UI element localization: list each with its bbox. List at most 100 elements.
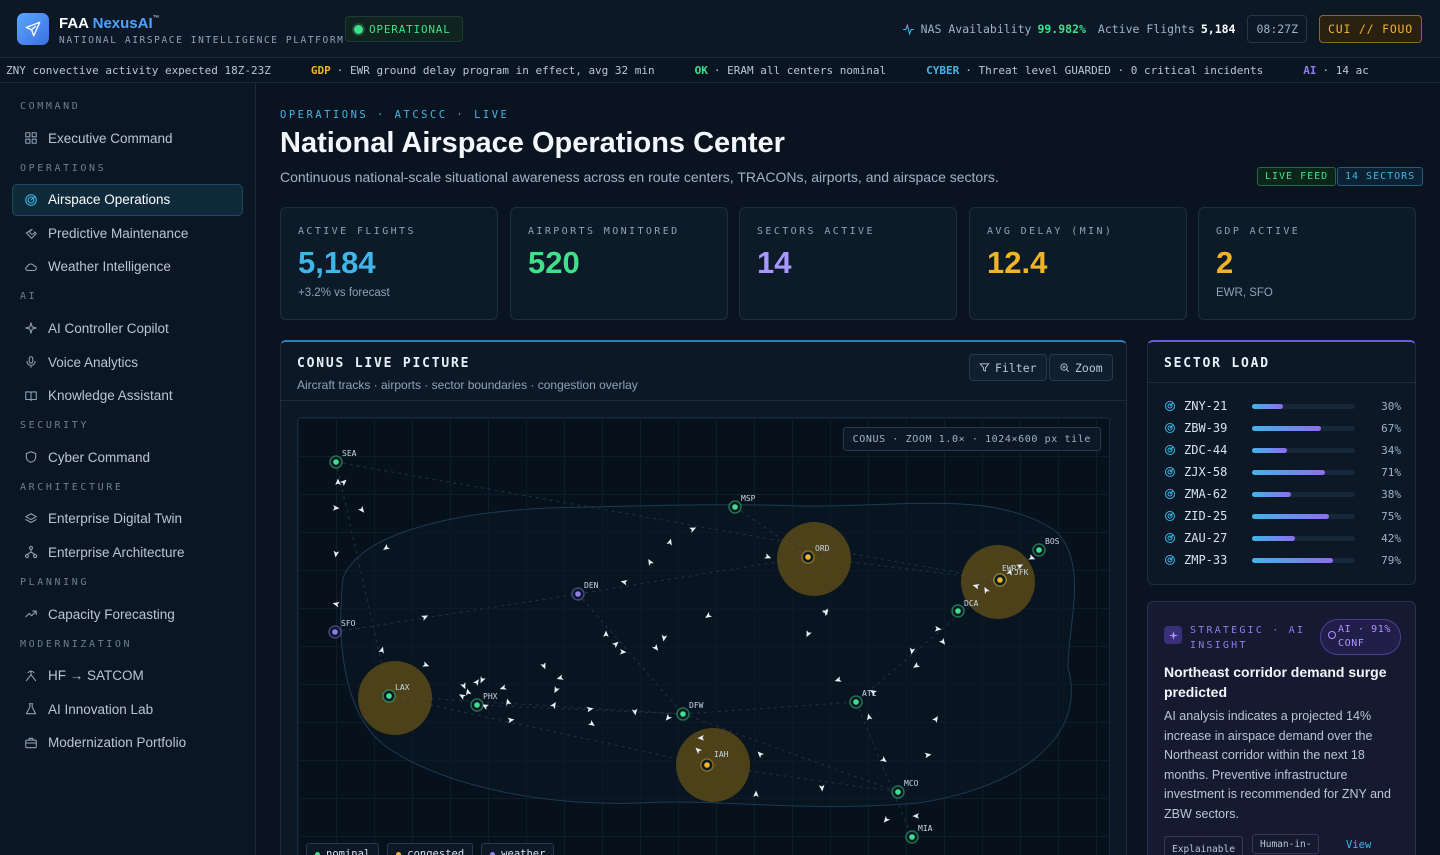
pulse-icon: [902, 22, 914, 36]
sidebar-item-voice-analytics[interactable]: Voice Analytics: [12, 346, 243, 378]
airport-dot: [386, 693, 392, 699]
sidebar-item-label: Weather Intelligence: [48, 259, 171, 275]
kpi-card-airports-monitored[interactable]: AIRPORTS MONITORED 520: [510, 207, 728, 320]
antenna-icon: [25, 669, 37, 681]
airport-code-label: IAH: [714, 750, 729, 759]
sector-load-fill: [1252, 513, 1330, 519]
sidebar-item-weather-intelligence[interactable]: Weather Intelligence: [12, 251, 243, 283]
sidebar-item-enterprise-digital-twin[interactable]: Enterprise Digital Twin: [12, 503, 243, 535]
legend-dot: [315, 851, 320, 855]
nav-section-architecture: ARCHITECTURE: [20, 481, 124, 493]
sidebar-item-capacity-forecasting[interactable]: Capacity Forecasting: [12, 598, 243, 630]
kpi-label: GDP ACTIVE: [1216, 226, 1301, 237]
grid-icon: [25, 132, 37, 144]
ticker-item: CYBER · Threat level GUARDED · 0 critical…: [926, 64, 1263, 77]
explainable-tag: Explainable: [1164, 836, 1243, 855]
radar-icon: [25, 193, 37, 206]
nav-section-command: COMMAND: [20, 101, 81, 112]
aircraft-marker[interactable]: [332, 601, 340, 608]
ai-insight-panel: STRATEGIC · AI INSIGHT AI · 91% CONF Nor…: [1147, 601, 1416, 855]
kpi-value: 12.4: [987, 245, 1048, 280]
airport-dot: [333, 459, 339, 465]
sidebar-item-airspace-operations[interactable]: Airspace Operations: [12, 183, 243, 216]
sparkle-icon: [25, 322, 37, 335]
sector-load-bar: [1252, 557, 1355, 563]
sector-load-fill: [1252, 535, 1296, 541]
app-logo[interactable]: [17, 13, 49, 45]
sidebar-item-knowledge-assistant[interactable]: Knowledge Assistant: [12, 380, 243, 412]
sector-row[interactable]: ZBW-39 67%: [1164, 418, 1401, 438]
kpi-card-active-flights[interactable]: ACTIVE FLIGHTS 5,184 +3.2% vs forecast: [280, 207, 498, 320]
airport-code-label: ATL: [862, 689, 877, 698]
insight-label: STRATEGIC · AI INSIGHT: [1190, 625, 1306, 651]
airport-code-label: BOS: [1045, 537, 1060, 546]
sector-row[interactable]: ZAU-27 42%: [1164, 528, 1401, 548]
sidebar-item-predictive-maintenance[interactable]: Predictive Maintenance: [12, 217, 243, 249]
sector-name: ZMP-33: [1184, 553, 1228, 567]
zulu-clock: 08:27Z: [1247, 15, 1308, 43]
airport-code-label: ORD: [815, 544, 830, 553]
map-legend: nominal congested weather: [306, 843, 555, 855]
sector-row[interactable]: ZID-25 75%: [1164, 506, 1401, 526]
kpi-value: 5,184: [298, 245, 376, 280]
sector-load-title: SECTOR LOAD: [1164, 356, 1270, 371]
airport-code-label: LAX: [395, 683, 410, 692]
aircraft-marker[interactable]: [333, 550, 340, 558]
flights-label: Active Flights: [1097, 22, 1195, 36]
kpi-value: 2: [1216, 245, 1234, 280]
radar-icon: [1165, 555, 1175, 565]
aircraft-marker[interactable]: [912, 813, 920, 819]
aircraft-marker[interactable]: [357, 505, 366, 515]
kpi-card-gdp-active[interactable]: GDP ACTIVE 2 EWR, SFO: [1198, 207, 1416, 320]
sector-name: ZJX-58: [1184, 465, 1228, 479]
sidebar-item-label: Modernization Portfolio: [48, 735, 187, 751]
sector-load-fill: [1252, 491, 1292, 497]
map-subtitle: Aircraft tracks · airports · sector boun…: [297, 378, 638, 392]
sector-row[interactable]: ZMP-33 79%: [1164, 550, 1401, 570]
sector-pct: 75%: [1381, 509, 1401, 523]
legend-item-congested[interactable]: congested: [387, 843, 474, 855]
zoom-button[interactable]: Zoom: [1049, 354, 1113, 381]
sector-row[interactable]: ZJX-58 71%: [1164, 462, 1401, 482]
sidebar-item-executive-command[interactable]: Executive Command: [12, 122, 243, 154]
flask-icon: [25, 703, 37, 715]
sidebar-item-label: AI Controller Copilot: [48, 320, 169, 336]
kpi-card-avg-delay-min[interactable]: AVG DELAY (MIN) 12.4: [969, 207, 1187, 320]
sector-row[interactable]: ZDC-44 34%: [1164, 440, 1401, 460]
legend-item-nominal[interactable]: nominal: [306, 843, 380, 855]
sidebar-item-hf-satcom[interactable]: HF → SATCOM: [12, 660, 243, 692]
sidebar-item-label: Executive Command: [48, 130, 173, 146]
conus-map[interactable]: SEA MSP ORD BOS EWR JFK DCA DEN SFO LAX PHX DFW ATL I…: [297, 417, 1110, 855]
breadcrumb: OPERATIONS · ATCSCC · LIVE: [280, 109, 510, 121]
sidebar-item-modernization-portfolio[interactable]: Modernization Portfolio: [12, 727, 243, 759]
panel-divider: [1148, 382, 1415, 383]
aircraft-marker[interactable]: [332, 504, 340, 511]
sidebar-item-enterprise-architecture[interactable]: Enterprise Architecture: [12, 536, 243, 568]
brand-prefix: FAA: [59, 15, 89, 32]
page-subtitle: Continuous national-scale situational aw…: [280, 169, 999, 185]
aircraft-marker[interactable]: [335, 478, 341, 486]
map-title: CONUS LIVE PICTURE: [297, 356, 471, 371]
live-feed-badge: LIVE FEED: [1257, 167, 1337, 186]
network-icon: [24, 546, 38, 559]
sector-load-fill: [1252, 447, 1288, 453]
filter-button[interactable]: Filter: [969, 354, 1047, 381]
view-link[interactable]: View: [1346, 839, 1371, 851]
ticker-tag: OK: [694, 63, 708, 77]
sidebar-item-cyber-command[interactable]: Cyber Command: [12, 441, 243, 473]
sector-name: ZDC-44: [1184, 443, 1228, 457]
airport-mia[interactable]: MIA: [905, 824, 933, 844]
legend-label: nominal: [326, 848, 371, 855]
aircraft-marker[interactable]: [882, 815, 891, 825]
sector-name: ZAU-27: [1184, 531, 1228, 545]
sector-row[interactable]: ZMA-62 38%: [1164, 484, 1401, 504]
sidebar-item-ai-controller-copilot[interactable]: AI Controller Copilot: [12, 312, 243, 344]
sector-row[interactable]: ZNY-21 30%: [1164, 396, 1401, 416]
sidebar-item-ai-innovation-lab[interactable]: AI Innovation Lab: [12, 693, 243, 725]
flights-value: 5,184: [1200, 22, 1236, 36]
zoom-icon: [1060, 363, 1069, 372]
filter-label: Filter: [995, 360, 1037, 375]
kpi-card-sectors-active[interactable]: SECTORS ACTIVE 14: [739, 207, 957, 320]
sector-load-bar: [1252, 403, 1355, 409]
legend-item-weather[interactable]: weather: [481, 843, 555, 855]
